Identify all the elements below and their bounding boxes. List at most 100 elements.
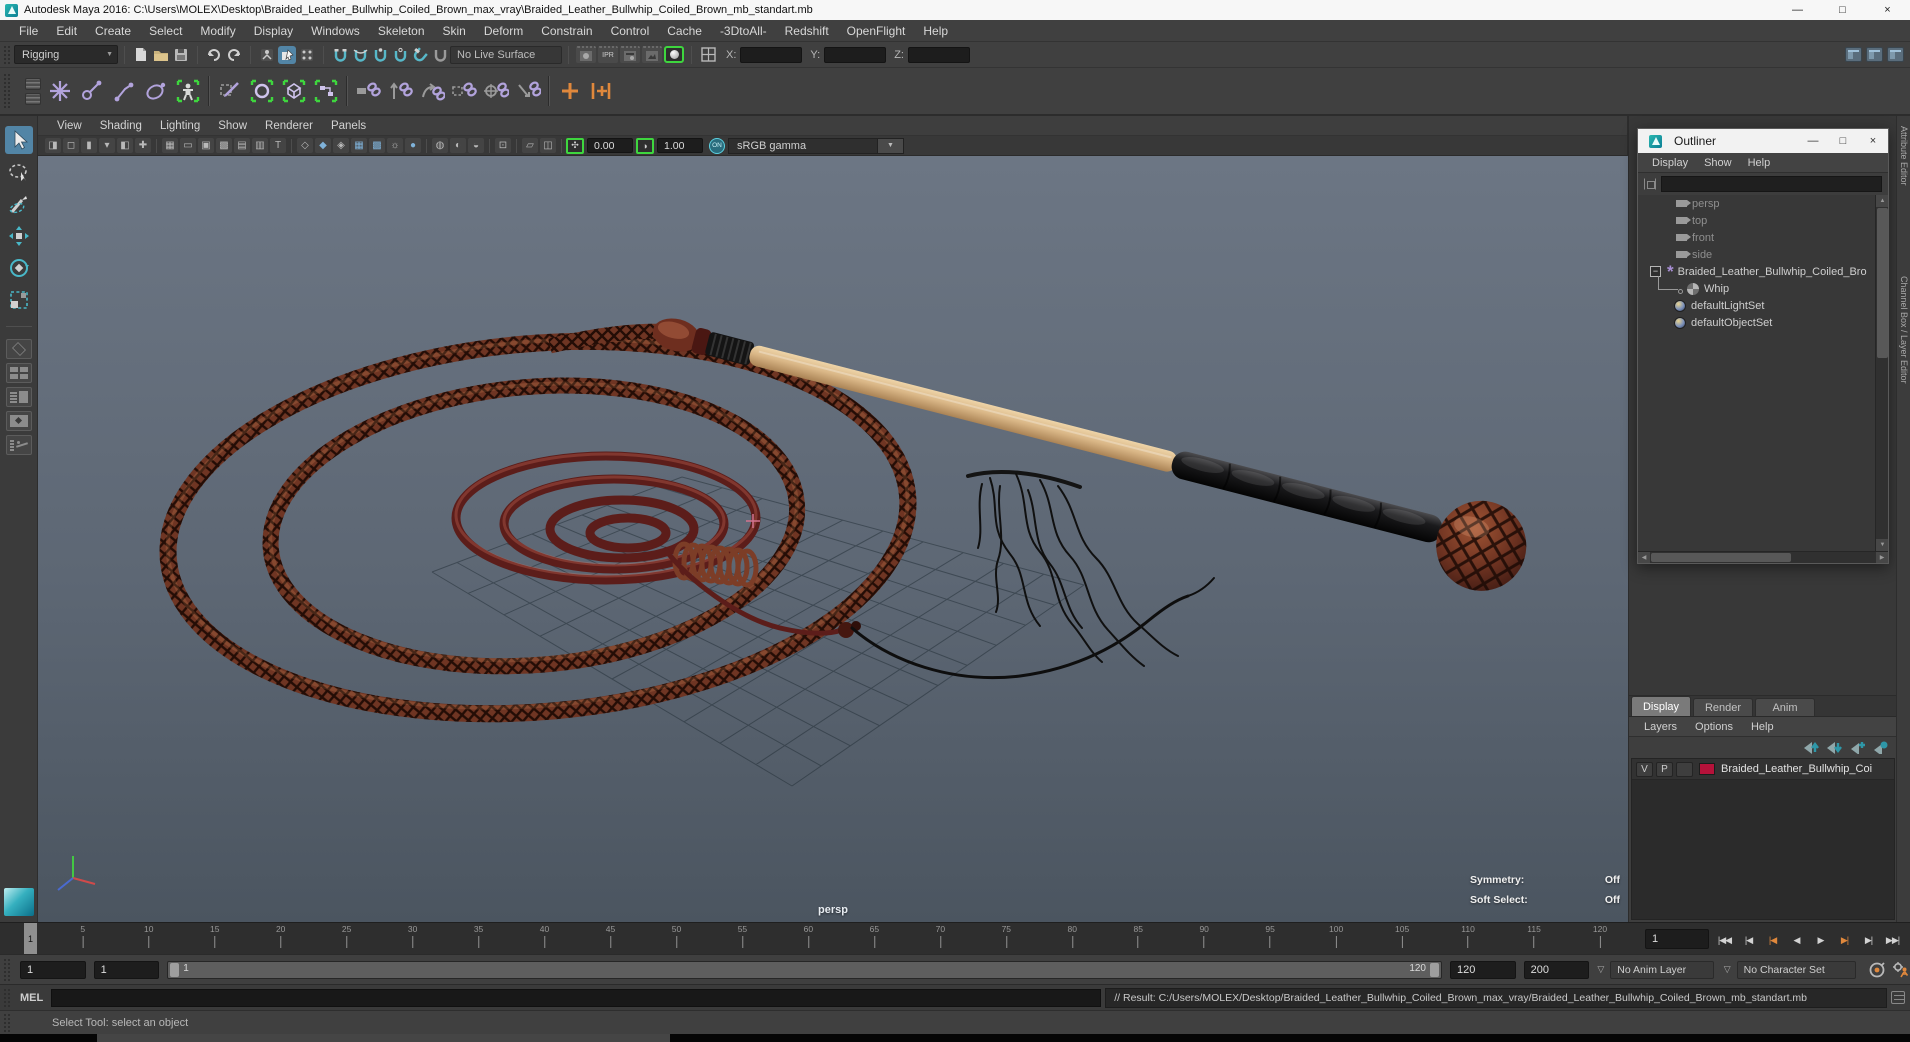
gamma-icon[interactable]: ◑ <box>636 137 654 154</box>
menu-edit[interactable]: Edit <box>47 24 86 38</box>
safe-action-icon[interactable]: ▥ <box>252 138 268 153</box>
command-line-mode[interactable]: MEL <box>20 992 43 1004</box>
tool-settings-toggle-icon[interactable] <box>1887 47 1904 62</box>
help-line-grip[interactable] <box>3 1013 11 1032</box>
ambient-occlusion-icon[interactable]: ◐ <box>450 138 466 153</box>
range-start-handle[interactable] <box>170 962 180 977</box>
save-scene-icon[interactable] <box>172 46 190 64</box>
playback-start-field[interactable]: 1 <box>93 960 160 979</box>
menu-create[interactable]: Create <box>86 24 140 38</box>
layout-single-pane-button[interactable] <box>5 339 32 359</box>
paint-select-tool[interactable] <box>5 190 33 218</box>
tab-channel-box-layer-editor[interactable]: Channel Box / Layer Editor <box>1899 276 1909 384</box>
open-scene-icon[interactable] <box>152 46 170 64</box>
snap-to-curve-icon[interactable] <box>351 46 369 64</box>
camera-attributes-icon[interactable]: ▮ <box>81 138 97 153</box>
shelf-menu-icon[interactable] <box>25 77 41 90</box>
node-editor-icon[interactable] <box>311 75 341 107</box>
status-line-grip[interactable] <box>3 44 11 65</box>
layer-visibility-toggle[interactable]: V <box>1636 761 1653 777</box>
menu-redshift[interactable]: Redshift <box>776 24 838 38</box>
checker-icon[interactable]: ▩ <box>369 138 385 153</box>
step-forward-frame-button[interactable]: ▶| <box>1857 930 1880 952</box>
new-layer-from-selected-icon[interactable] <box>1872 741 1889 754</box>
render-settings-icon[interactable] <box>620 46 640 63</box>
menu-select[interactable]: Select <box>140 24 191 38</box>
bookmark-icon[interactable]: ▾ <box>99 138 115 153</box>
outliner-item-defaultobjectset[interactable]: defaultObjectSet <box>1638 314 1888 331</box>
scroll-down-icon[interactable]: ▼ <box>1876 539 1888 551</box>
layer-menu-layers[interactable]: Layers <box>1635 721 1686 733</box>
close-icon[interactable]: × <box>1858 135 1888 147</box>
minimize-icon[interactable]: — <box>1775 0 1820 20</box>
exposure-icon[interactable]: ✣ <box>566 137 584 154</box>
animation-end-field[interactable]: 200 <box>1523 960 1590 979</box>
xray-icon[interactable]: ▱ <box>522 138 538 153</box>
tab-anim[interactable]: Anim <box>1755 698 1815 716</box>
range-slider-grip[interactable] <box>3 957 11 982</box>
exposure-field[interactable]: 0.00 <box>587 138 633 153</box>
filter-icon[interactable] <box>1644 178 1656 190</box>
menu-skin[interactable]: Skin <box>434 24 475 38</box>
maximize-icon[interactable]: □ <box>1828 135 1858 147</box>
rotate-tool[interactable] <box>5 254 33 282</box>
safe-title-icon[interactable]: T <box>270 138 286 153</box>
time-slider-track[interactable]: 1 5 10 15 20 25 30 35 40 45 50 55 60 65 70 75 80 85 90 95 1… <box>0 923 1635 955</box>
resolution-gate-icon[interactable]: ▣ <box>198 138 214 153</box>
xray-joints-icon[interactable]: ◫ <box>540 138 556 153</box>
move-layer-up-icon[interactable] <box>1803 741 1820 754</box>
tab-display[interactable]: Display <box>1631 696 1691 716</box>
select-hierarchy-mask-icon[interactable] <box>258 46 276 64</box>
animation-preferences-icon[interactable] <box>1892 961 1910 979</box>
redo-icon[interactable] <box>225 46 243 64</box>
outliner-title-bar[interactable]: Outliner — □ × <box>1638 129 1888 153</box>
tab-render[interactable]: Render <box>1693 698 1753 716</box>
character-set-dropdown[interactable]: No Character Set <box>1736 960 1856 979</box>
undo-icon[interactable] <box>205 46 223 64</box>
command-line-grip[interactable] <box>3 987 11 1008</box>
outliner-vertical-scrollbar[interactable]: ▲ ▼ <box>1875 195 1888 551</box>
chevron-down-icon[interactable]: ▽ <box>1724 964 1731 975</box>
x-input[interactable] <box>740 46 803 63</box>
tab-attribute-editor[interactable]: Attribute Editor <box>1899 126 1909 186</box>
maya-logo-button[interactable] <box>3 888 34 916</box>
edit-character-icon[interactable] <box>215 75 245 107</box>
textured-icon[interactable]: ▦ <box>351 138 367 153</box>
motion-blur-icon[interactable]: ◒ <box>468 138 484 153</box>
outliner-horizontal-scrollbar[interactable]: ◀ ▶ <box>1638 551 1888 563</box>
snap-to-projected-center-icon[interactable] <box>391 46 409 64</box>
animation-start-field[interactable]: 1 <box>19 960 86 979</box>
pan-zoom-icon[interactable]: ✚ <box>135 138 151 153</box>
play-backwards-button[interactable]: ◀ <box>1785 930 1808 952</box>
render-sequence-icon[interactable] <box>642 46 662 63</box>
minimize-icon[interactable]: — <box>1798 135 1828 147</box>
colorspace-dropdown[interactable]: sRGB gamma <box>728 137 878 154</box>
ik-handle-icon[interactable] <box>77 75 107 107</box>
menu-windows[interactable]: Windows <box>302 24 369 38</box>
shaded-icon[interactable]: ◆ <box>315 138 331 153</box>
lasso-tool[interactable] <box>5 158 33 186</box>
select-object-mask-icon[interactable] <box>278 45 296 64</box>
select-component-mask-icon[interactable] <box>298 46 316 64</box>
render-frame-icon[interactable] <box>576 46 596 63</box>
field-chart-icon[interactable]: ▤ <box>234 138 250 153</box>
snap-to-grid-icon[interactable] <box>331 46 349 64</box>
snap-to-point-icon[interactable] <box>371 46 389 64</box>
scrollbar-thumb[interactable] <box>1877 208 1888 358</box>
snap-to-view-plane-icon[interactable] <box>411 46 429 64</box>
anti-alias-icon[interactable]: ◍ <box>432 138 448 153</box>
step-back-frame-button[interactable]: |◀ <box>1737 930 1760 952</box>
menu-help[interactable]: Help <box>914 24 957 38</box>
layer-menu-options[interactable]: Options <box>1686 721 1742 733</box>
wireframe-on-shaded-icon[interactable]: ◈ <box>333 138 349 153</box>
shadows-icon[interactable]: ● <box>405 138 421 153</box>
shelf-options-icon[interactable] <box>25 92 41 105</box>
lock-camera-icon[interactable]: ◻ <box>63 138 79 153</box>
layout-pane-icon[interactable] <box>699 46 717 64</box>
outliner-search-input[interactable] <box>1661 176 1882 192</box>
render-view-icon[interactable] <box>664 46 684 63</box>
parent-constraint-icon[interactable] <box>353 75 383 107</box>
move-layer-down-icon[interactable] <box>1826 741 1843 754</box>
new-scene-icon[interactable] <box>132 46 150 64</box>
aim-constraint-icon[interactable] <box>481 75 511 107</box>
